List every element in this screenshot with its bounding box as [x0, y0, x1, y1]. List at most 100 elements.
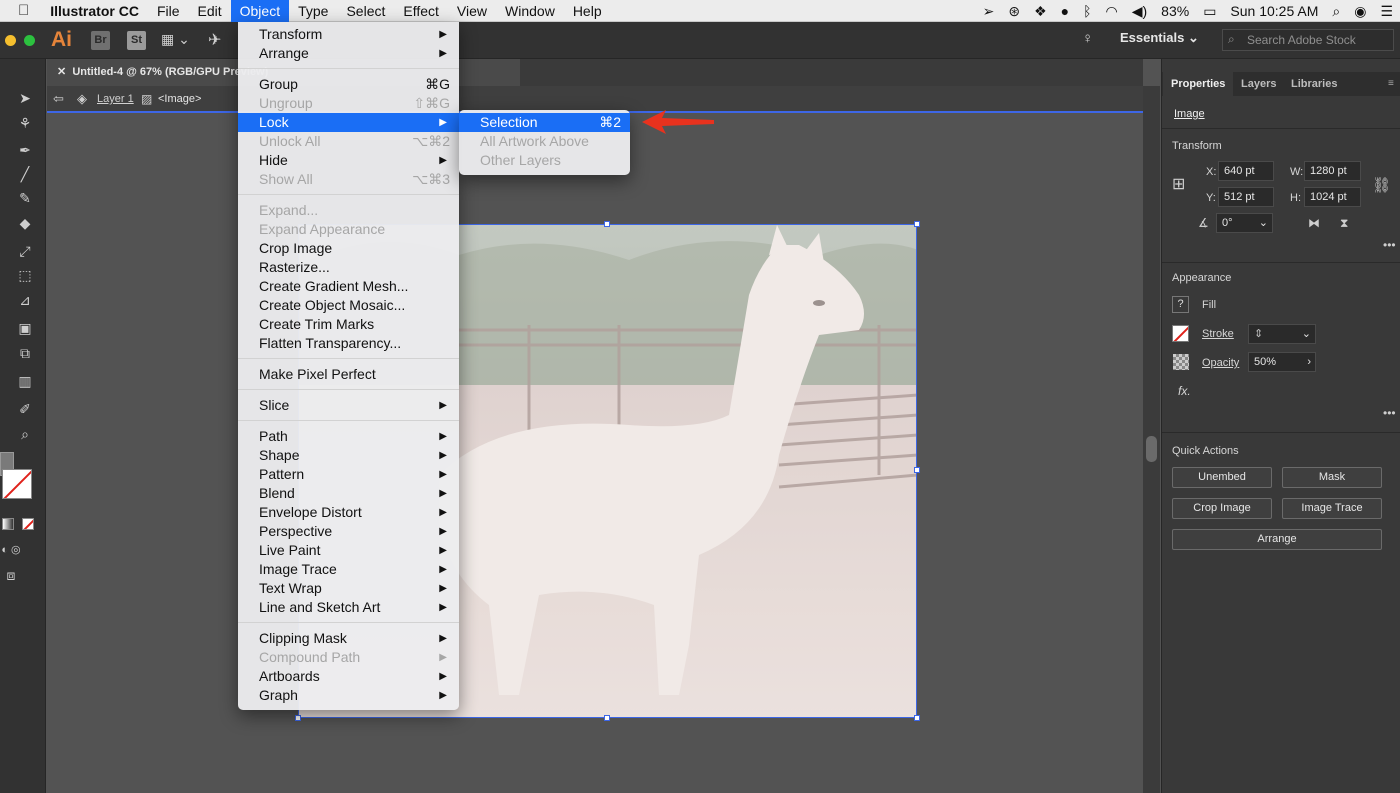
menu-item-line-and-sketch-art[interactable]: Line and Sketch Art ▶	[238, 598, 459, 617]
chevron-down-icon[interactable]: ⌄	[1259, 214, 1268, 232]
menu-view[interactable]: View	[448, 0, 496, 22]
image-trace-button[interactable]: Image Trace	[1282, 498, 1382, 519]
menu-item-slice[interactable]: Slice ▶	[238, 396, 459, 415]
gradient-swatch[interactable]	[2, 518, 14, 530]
more-options-icon[interactable]: •••	[1383, 238, 1396, 252]
eyedropper-icon[interactable]: ✐	[14, 398, 36, 420]
menu-help[interactable]: Help	[564, 0, 611, 22]
opacity-label[interactable]: Opacity	[1202, 357, 1239, 369]
volume-icon[interactable]: ◀)	[1125, 0, 1154, 22]
bounding-box-handle[interactable]	[914, 715, 920, 721]
menu-item-image-trace[interactable]: Image Trace ▶	[238, 560, 459, 579]
screen-mode-icon[interactable]: ⧈	[0, 564, 22, 586]
chevron-down-icon[interactable]: ⌄	[1302, 325, 1311, 343]
stroke-swatch-panel[interactable]	[1172, 325, 1189, 342]
menu-item-make-pixel-perfect[interactable]: Make Pixel Perfect	[238, 365, 459, 384]
dropbox-icon[interactable]: ❖	[1027, 0, 1054, 22]
menu-item-create-object-mosaic[interactable]: Create Object Mosaic...	[238, 296, 459, 315]
menu-app-name[interactable]: Illustrator CC	[41, 0, 148, 22]
gradient-tool-icon[interactable]: ▣	[14, 317, 36, 339]
tab-properties[interactable]: Properties	[1163, 72, 1234, 96]
crop-image-button[interactable]: Crop Image	[1172, 498, 1272, 519]
paintbrush-icon[interactable]: ✎	[14, 187, 36, 209]
menu-item-flatten-transparency[interactable]: Flatten Transparency...	[238, 334, 459, 353]
wifi-icon[interactable]: ◠	[1099, 0, 1125, 22]
scrollbar-thumb[interactable]	[1146, 436, 1157, 462]
stepper-icon[interactable]: ⇕	[1254, 328, 1263, 340]
chevron-right-icon[interactable]: ›	[1307, 353, 1311, 371]
menu-item-text-wrap[interactable]: Text Wrap ▶	[238, 579, 459, 598]
shape-builder-icon[interactable]: ⧉	[14, 342, 36, 364]
menu-effect[interactable]: Effect	[394, 0, 448, 22]
back-arrow-icon[interactable]: ⇦	[53, 91, 64, 107]
menu-window[interactable]: Window	[496, 0, 564, 22]
bounding-box-handle[interactable]	[604, 221, 610, 227]
perspective-grid-icon[interactable]: ⊿	[14, 289, 36, 311]
gpu-performance-icon[interactable]: ✈	[208, 30, 221, 50]
free-transform-icon[interactable]: ⬚	[14, 264, 36, 286]
spotlight-icon[interactable]: ⌕	[1325, 0, 1347, 22]
clock[interactable]: Sun 10:25 AM	[1223, 0, 1325, 22]
menu-item-transform[interactable]: Transform ▶	[238, 25, 459, 44]
tab-libraries[interactable]: Libraries	[1283, 72, 1345, 96]
bluetooth-icon[interactable]: ᛒ	[1076, 0, 1098, 22]
bounding-box-handle[interactable]	[914, 467, 920, 473]
stroke-label[interactable]: Stroke	[1202, 328, 1234, 340]
menu-file[interactable]: File	[148, 0, 189, 22]
zoom-window-button[interactable]	[24, 35, 35, 46]
bridge-icon[interactable]: Br	[91, 31, 110, 50]
flip-horizontal-icon[interactable]: ⧓	[1308, 216, 1320, 230]
lightbulb-icon[interactable]: ♀	[1082, 30, 1093, 47]
stock-icon[interactable]: St	[127, 31, 146, 50]
selection-tool-icon[interactable]: ➤	[14, 87, 36, 109]
battery-percent[interactable]: 83%	[1154, 0, 1196, 22]
siri-icon[interactable]: ◉	[1347, 0, 1373, 22]
menu-object[interactable]: Object	[230, 0, 290, 22]
constrain-proportions-icon[interactable]: ⛓	[1372, 176, 1391, 194]
mask-button[interactable]: Mask	[1282, 467, 1382, 488]
menu-item-selection[interactable]: Selection ⌘2	[459, 113, 630, 132]
close-tab-icon[interactable]: ✕	[57, 66, 66, 78]
rotation-field[interactable]: 0° ⌄	[1216, 213, 1273, 233]
feedly-icon[interactable]: ➢	[976, 0, 1002, 22]
menu-item-crop-image[interactable]: Crop Image	[238, 239, 459, 258]
bounding-box-handle[interactable]	[914, 221, 920, 227]
bounding-box-handle[interactable]	[604, 715, 610, 721]
fill-swatch-unknown-icon[interactable]: ?	[1172, 296, 1189, 313]
height-field[interactable]: 1024 pt	[1304, 187, 1361, 207]
menu-edit[interactable]: Edit	[189, 0, 231, 22]
width-field[interactable]: 1280 pt	[1304, 161, 1361, 181]
scale-tool-icon[interactable]: ⤢	[14, 240, 36, 262]
flip-vertical-icon[interactable]: ⧗	[1340, 216, 1348, 231]
menu-item-live-paint[interactable]: Live Paint ▶	[238, 541, 459, 560]
chat-icon[interactable]: ●	[1054, 0, 1076, 22]
y-field[interactable]: 512 pt	[1218, 187, 1274, 207]
line-tool-icon[interactable]: ╱	[14, 163, 36, 185]
menu-item-create-gradient-mesh[interactable]: Create Gradient Mesh...	[238, 277, 459, 296]
menu-item-envelope-distort[interactable]: Envelope Distort ▶	[238, 503, 459, 522]
menu-item-clipping-mask[interactable]: Clipping Mask ▶	[238, 629, 459, 648]
unembed-button[interactable]: Unembed	[1172, 467, 1272, 488]
arrange-documents-icon[interactable]: ▦ ⌄	[161, 31, 190, 48]
stock-search-input[interactable]: Search Adobe Stock	[1222, 29, 1394, 51]
fx-icon[interactable]: fx.	[1178, 384, 1191, 398]
menu-item-create-trim-marks[interactable]: Create Trim Marks	[238, 315, 459, 334]
menu-item-blend[interactable]: Blend ▶	[238, 484, 459, 503]
apple-icon[interactable]: 	[0, 2, 41, 19]
object-type-label[interactable]: Image	[1174, 108, 1205, 120]
stroke-swatch[interactable]	[2, 469, 32, 499]
draw-mode-icon[interactable]: ◐ ◎	[0, 539, 22, 561]
menu-item-lock[interactable]: Lock ▶	[238, 113, 459, 132]
menu-item-group[interactable]: Group ⌘G	[238, 75, 459, 94]
menu-item-rasterize[interactable]: Rasterize...	[238, 258, 459, 277]
pen-tool-icon[interactable]: ✒	[14, 139, 36, 161]
tab-layers[interactable]: Layers	[1233, 72, 1284, 96]
menu-item-hide[interactable]: Hide ▶	[238, 151, 459, 170]
menu-item-pattern[interactable]: Pattern ▶	[238, 465, 459, 484]
battery-icon[interactable]: ▭	[1196, 0, 1223, 22]
menu-item-arrange[interactable]: Arrange ▶	[238, 44, 459, 63]
none-swatch[interactable]	[22, 518, 34, 530]
menu-item-path[interactable]: Path ▶	[238, 427, 459, 446]
opacity-field[interactable]: 50% ›	[1248, 352, 1316, 372]
bounding-box-handle[interactable]	[295, 715, 301, 721]
